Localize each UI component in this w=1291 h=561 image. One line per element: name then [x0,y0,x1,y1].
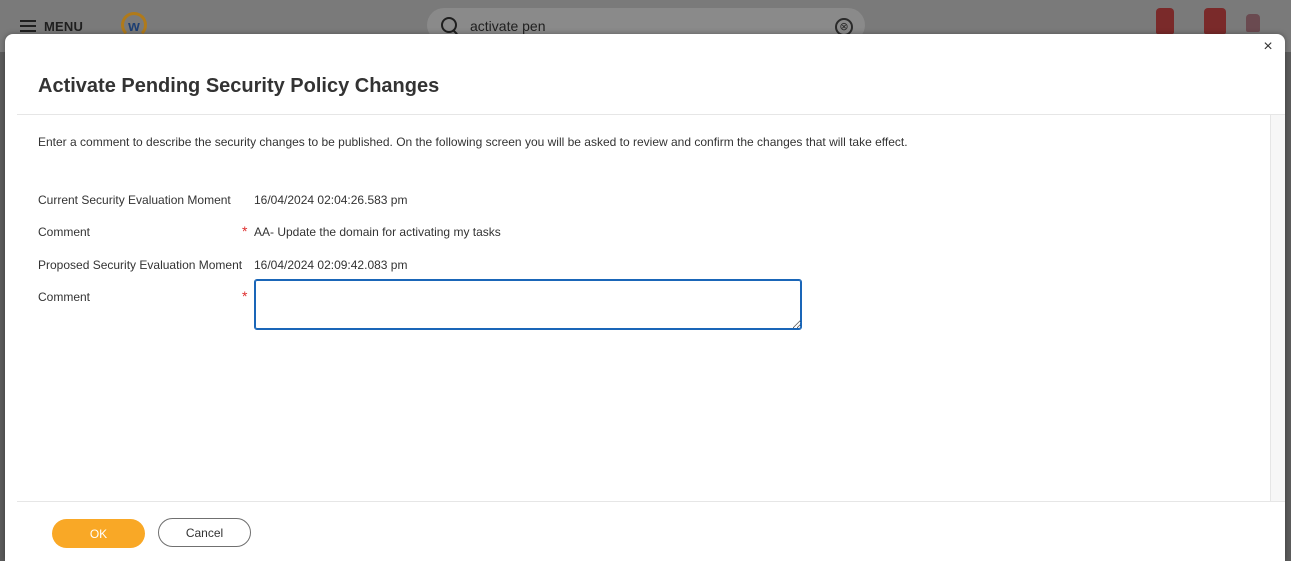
required-marker: * [242,288,248,304]
search-icon [441,17,457,33]
ok-button[interactable]: OK [52,519,145,548]
activate-security-changes-dialog: × Activate Pending Security Policy Chang… [5,34,1285,561]
close-icon[interactable]: × [1261,39,1275,55]
dialog-title: Activate Pending Security Policy Changes [38,75,440,97]
cancel-button[interactable]: Cancel [158,518,251,547]
search-input[interactable]: activate pen [470,18,546,34]
hamburger-icon [20,20,36,32]
menu-label: MENU [44,18,84,34]
inbox-icon[interactable] [1204,8,1226,34]
field-label: Current Security Evaluation Moment [38,193,231,207]
field-label: Comment [38,290,91,304]
instructions-text: Enter a comment to describe the security… [38,135,908,149]
field-value: 16/04/2024 02:04:26.583 pm [254,193,408,207]
title-divider [17,114,1285,115]
avatar[interactable] [1246,14,1260,32]
field-label: Proposed Security Evaluation Moment [38,258,243,272]
footer-divider [17,501,1285,502]
field-label: Comment [38,225,91,239]
comment-textarea[interactable] [254,279,802,330]
required-marker: * [242,223,248,239]
field-value: AA- Update the domain for activating my … [254,225,501,239]
notifications-icon[interactable] [1156,8,1174,34]
field-value: 16/04/2024 02:09:42.083 pm [254,258,408,272]
scrollbar[interactable] [1270,115,1285,501]
